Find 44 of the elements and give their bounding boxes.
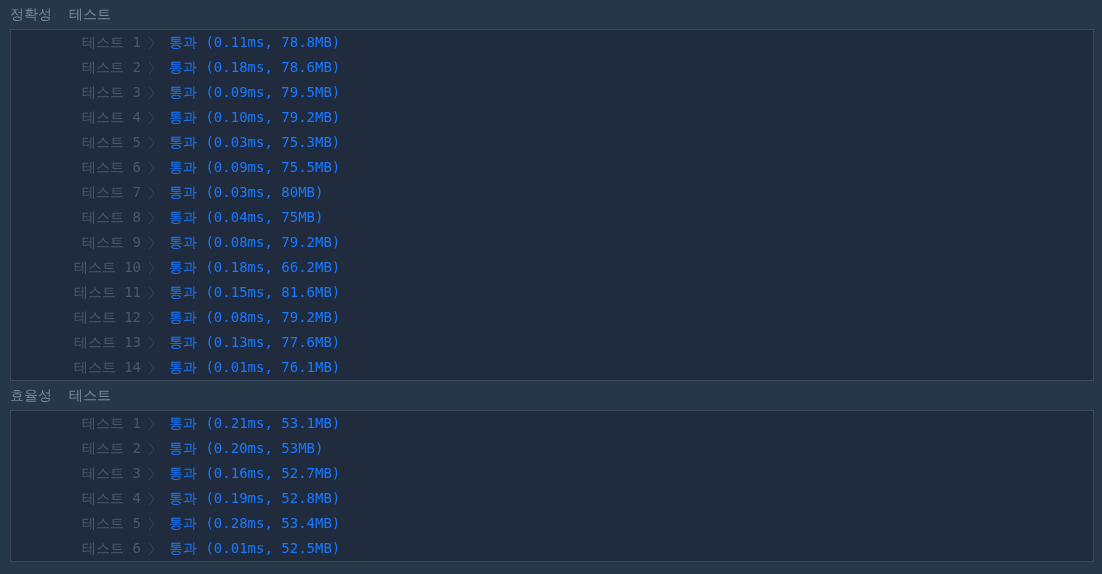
test-result: 통과 (0.03ms, 80MB) [169,183,324,202]
chevron-icon [148,160,155,175]
test-result: 통과 (0.11ms, 78.8MB) [169,33,341,52]
chevron-icon [148,360,155,375]
chevron-icon [148,466,155,481]
test-result: 통과 (0.09ms, 75.5MB) [169,158,341,177]
chevron-icon [148,416,155,431]
chevron-icon [148,310,155,325]
test-result: 통과 (0.03ms, 75.3MB) [169,133,341,152]
chevron-icon [148,516,155,531]
test-result: 통과 (0.28ms, 53.4MB) [169,514,341,533]
section-title: 정확성 [10,5,52,24]
chevron-icon [148,135,155,150]
test-result: 통과 (0.19ms, 52.8MB) [169,489,341,508]
test-result: 통과 (0.04ms, 75MB) [169,208,324,227]
chevron-icon [148,235,155,250]
test-result: 통과 (0.21ms, 53.1MB) [169,414,341,433]
chevron-icon [148,260,155,275]
test-result: 통과 (0.15ms, 81.6MB) [169,283,341,302]
test-result: 통과 (0.10ms, 79.2MB) [169,108,341,127]
test-result: 통과 (0.01ms, 76.1MB) [169,358,341,377]
chevron-icon [148,441,155,456]
test-result: 통과 (0.09ms, 79.5MB) [169,83,341,102]
test-result: 통과 (0.08ms, 79.2MB) [169,233,341,252]
section-subtitle: 테스트 [69,386,111,405]
section-subtitle: 테스트 [69,5,111,24]
chevron-icon [148,491,155,506]
test-result: 통과 (0.08ms, 79.2MB) [169,308,341,327]
test-result: 통과 (0.01ms, 52.5MB) [169,539,341,558]
chevron-icon [148,335,155,350]
test-result: 통과 (0.13ms, 77.6MB) [169,333,341,352]
chevron-icon [148,35,155,50]
chevron-icon [148,110,155,125]
section-title: 효율성 [10,386,52,405]
test-result: 통과 (0.16ms, 52.7MB) [169,464,341,483]
test-result: 통과 (0.18ms, 66.2MB) [169,258,341,277]
chevron-icon [148,60,155,75]
test-result: 통과 (0.20ms, 53MB) [169,439,324,458]
chevron-icon [148,285,155,300]
chevron-icon [148,185,155,200]
chevron-icon [148,210,155,225]
test-result: 통과 (0.18ms, 78.6MB) [169,58,341,77]
chevron-icon [148,541,155,556]
chevron-icon [148,85,155,100]
